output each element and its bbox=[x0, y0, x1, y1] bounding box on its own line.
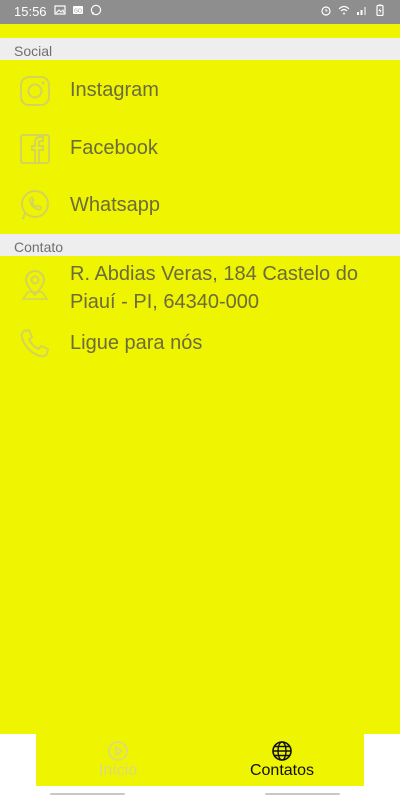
nav-item-contatos[interactable]: Contatos bbox=[200, 734, 364, 786]
svg-text:GO: GO bbox=[74, 9, 82, 15]
qr-icon: GO bbox=[73, 6, 83, 15]
system-gesture-bar bbox=[0, 786, 400, 800]
signal-icon bbox=[357, 7, 366, 15]
status-time: 15:56 bbox=[14, 4, 47, 19]
section-header-social: Social bbox=[0, 38, 400, 60]
social-item-instagram[interactable]: Instagram bbox=[0, 60, 400, 120]
contact-item-label-address: R. Abdias Veras, 184 Castelo do Piauí - … bbox=[70, 260, 358, 316]
social-item-label-facebook: Facebook bbox=[70, 137, 158, 159]
social-item-whatsapp[interactable]: Whatsapp bbox=[0, 178, 400, 234]
contact-item-phone[interactable]: Ligue para nós bbox=[0, 318, 400, 368]
status-right-icons bbox=[320, 4, 386, 16]
address-line-1: R. Abdias Veras, 184 Castelo do bbox=[70, 263, 358, 285]
address-line-2: Piauí - PI, 64340-000 bbox=[70, 291, 260, 313]
section-header-contato: Contato bbox=[0, 234, 400, 256]
whatsapp-icon bbox=[21, 190, 49, 220]
wifi-icon bbox=[338, 5, 350, 15]
bottom-navigation: Início Contatos bbox=[36, 734, 364, 786]
gesture-pill-right bbox=[265, 793, 340, 795]
alarm-icon bbox=[321, 6, 331, 16]
status-left-icons: GO bbox=[54, 4, 102, 16]
nav-label-inicio: Início bbox=[98, 762, 138, 779]
facebook-icon bbox=[20, 134, 50, 164]
instagram-icon bbox=[20, 76, 50, 106]
location-icon bbox=[21, 270, 49, 300]
contact-item-label-phone: Ligue para nós bbox=[70, 332, 203, 354]
whatsapp-icon bbox=[90, 4, 102, 16]
top-strip bbox=[0, 24, 400, 38]
status-bar: 15:56 GO bbox=[0, 0, 400, 24]
nav-label-contatos: Contatos bbox=[249, 762, 315, 779]
social-item-label-instagram: Instagram bbox=[70, 79, 159, 101]
play-circle-icon bbox=[108, 741, 128, 761]
globe-icon bbox=[272, 741, 292, 761]
gesture-pill-left bbox=[50, 793, 125, 795]
section-title-social: Social bbox=[14, 43, 53, 59]
phone-icon bbox=[20, 329, 49, 358]
section-title-contato: Contato bbox=[14, 239, 64, 255]
nav-item-inicio[interactable]: Início bbox=[36, 734, 200, 786]
social-item-facebook[interactable]: Facebook bbox=[0, 120, 400, 178]
contact-item-address[interactable]: R. Abdias Veras, 184 Castelo do Piauí - … bbox=[0, 256, 400, 318]
image-icon bbox=[54, 5, 66, 15]
battery-icon bbox=[376, 4, 384, 16]
social-item-label-whatsapp: Whatsapp bbox=[70, 194, 161, 216]
